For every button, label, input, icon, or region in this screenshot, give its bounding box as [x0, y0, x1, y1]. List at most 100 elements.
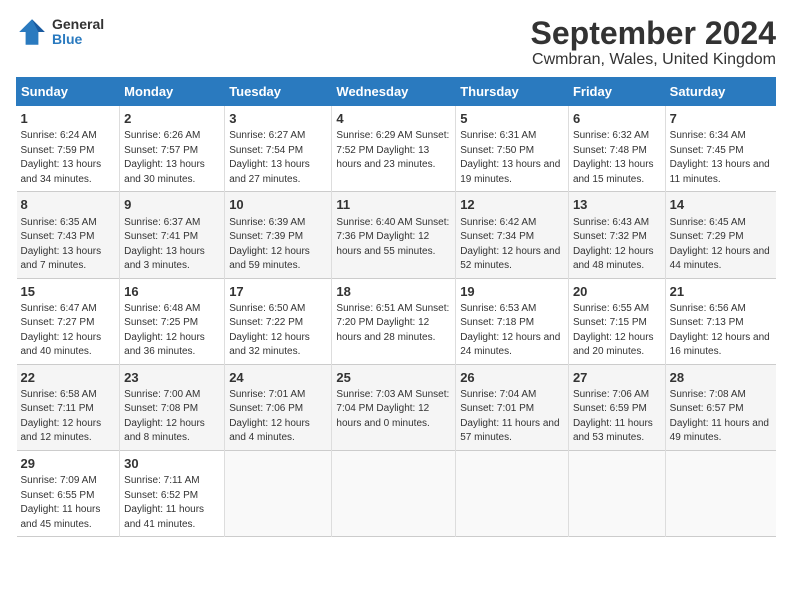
- day-info: Sunrise: 6:40 AM Sunset: 7:36 PM Dayligh…: [336, 216, 451, 260]
- day-info: Sunrise: 6:43 AM Sunset: 7:32 PM Dayligh…: [573, 216, 661, 274]
- day-number: 16: [124, 283, 220, 301]
- day-number: 14: [670, 196, 772, 214]
- calendar-week-row: 22Sunrise: 6:58 AM Sunset: 7:11 PM Dayli…: [17, 364, 776, 450]
- calendar-cell: 2Sunrise: 6:26 AM Sunset: 7:57 PM Daylig…: [120, 106, 225, 192]
- day-info: Sunrise: 6:32 AM Sunset: 7:48 PM Dayligh…: [573, 129, 661, 187]
- calendar-cell: 15Sunrise: 6:47 AM Sunset: 7:27 PM Dayli…: [17, 278, 120, 364]
- day-info: Sunrise: 6:26 AM Sunset: 7:57 PM Dayligh…: [124, 129, 220, 187]
- calendar-body: 1Sunrise: 6:24 AM Sunset: 7:59 PM Daylig…: [17, 106, 776, 537]
- day-number: 29: [21, 455, 116, 473]
- calendar-cell: 7Sunrise: 6:34 AM Sunset: 7:45 PM Daylig…: [665, 106, 775, 192]
- day-number: 27: [573, 369, 661, 387]
- calendar-cell: 18Sunrise: 6:51 AM Sunset: 7:20 PM Dayli…: [332, 278, 456, 364]
- calendar-cell: 16Sunrise: 6:48 AM Sunset: 7:25 PM Dayli…: [120, 278, 225, 364]
- calendar-week-row: 8 Sunrise: 6:35 AM Sunset: 7:43 PM Daylig…: [17, 192, 776, 278]
- header-day: Friday: [568, 78, 665, 106]
- header-day: Tuesday: [225, 78, 332, 106]
- day-info: Sunrise: 6:24 AM Sunset: 7:59 PM Dayligh…: [21, 129, 116, 187]
- day-info: Sunrise: 6:42 AM Sunset: 7:34 PM Dayligh…: [460, 216, 564, 274]
- calendar-cell: 20Sunrise: 6:55 AM Sunset: 7:15 PM Dayli…: [568, 278, 665, 364]
- calendar-cell: 1Sunrise: 6:24 AM Sunset: 7:59 PM Daylig…: [17, 106, 120, 192]
- calendar-cell: 11 Sunrise: 6:40 AM Sunset: 7:36 PM Dayli…: [332, 192, 456, 278]
- calendar-cell: 29Sunrise: 7:09 AM Sunset: 6:55 PM Dayli…: [17, 450, 120, 536]
- calendar-cell: 28Sunrise: 7:08 AM Sunset: 6:57 PM Dayli…: [665, 364, 775, 450]
- header-day: Monday: [120, 78, 225, 106]
- day-number: 23: [124, 369, 220, 387]
- header-day: Thursday: [456, 78, 569, 106]
- page-header: General Blue September 2024 Cwmbran, Wal…: [16, 16, 776, 69]
- day-number: 11: [336, 196, 451, 214]
- calendar-cell: 22Sunrise: 6:58 AM Sunset: 7:11 PM Dayli…: [17, 364, 120, 450]
- calendar-cell: 21Sunrise: 6:56 AM Sunset: 7:13 PM Dayli…: [665, 278, 775, 364]
- calendar-title: September 2024: [531, 16, 776, 51]
- day-number: 22: [21, 369, 116, 387]
- day-number: 28: [670, 369, 772, 387]
- logo-text: General Blue: [52, 17, 104, 48]
- calendar-table: SundayMondayTuesdayWednesdayThursdayFrid…: [16, 77, 776, 537]
- logo-blue: Blue: [52, 32, 104, 47]
- calendar-cell: [225, 450, 332, 536]
- day-info: Sunrise: 7:00 AM Sunset: 7:08 PM Dayligh…: [124, 388, 220, 446]
- calendar-cell: 25Sunrise: 7:03 AM Sunset: 7:04 PM Dayli…: [332, 364, 456, 450]
- day-number: 8: [21, 196, 116, 214]
- day-info: Sunrise: 7:11 AM Sunset: 6:52 PM Dayligh…: [124, 474, 220, 532]
- calendar-cell: 13 Sunrise: 6:43 AM Sunset: 7:32 PM Dayli…: [568, 192, 665, 278]
- day-number: 2: [124, 110, 220, 128]
- calendar-cell: 9Sunrise: 6:37 AM Sunset: 7:41 PM Daylig…: [120, 192, 225, 278]
- day-info: Sunrise: 6:50 AM Sunset: 7:22 PM Dayligh…: [229, 302, 327, 360]
- calendar-cell: 30Sunrise: 7:11 AM Sunset: 6:52 PM Dayli…: [120, 450, 225, 536]
- day-number: 20: [573, 283, 661, 301]
- header-row: SundayMondayTuesdayWednesdayThursdayFrid…: [17, 78, 776, 106]
- calendar-cell: 19Sunrise: 6:53 AM Sunset: 7:18 PM Dayli…: [456, 278, 569, 364]
- calendar-cell: 12Sunrise: 6:42 AM Sunset: 7:34 PM Dayli…: [456, 192, 569, 278]
- calendar-cell: [456, 450, 569, 536]
- day-number: 21: [670, 283, 772, 301]
- calendar-cell: 8 Sunrise: 6:35 AM Sunset: 7:43 PM Daylig…: [17, 192, 120, 278]
- calendar-cell: 5Sunrise: 6:31 AM Sunset: 7:50 PM Daylig…: [456, 106, 569, 192]
- day-info: Sunrise: 6:47 AM Sunset: 7:27 PM Dayligh…: [21, 302, 116, 360]
- calendar-cell: 17Sunrise: 6:50 AM Sunset: 7:22 PM Dayli…: [225, 278, 332, 364]
- calendar-week-row: 29Sunrise: 7:09 AM Sunset: 6:55 PM Dayli…: [17, 450, 776, 536]
- header-day: Saturday: [665, 78, 775, 106]
- calendar-cell: 6Sunrise: 6:32 AM Sunset: 7:48 PM Daylig…: [568, 106, 665, 192]
- day-info: Sunrise: 6:35 AM Sunset: 7:43 PM Dayligh…: [21, 216, 116, 274]
- day-info: Sunrise: 6:39 AM Sunset: 7:39 PM Dayligh…: [229, 216, 327, 274]
- logo-general: General: [52, 17, 104, 32]
- day-info: Sunrise: 6:31 AM Sunset: 7:50 PM Dayligh…: [460, 129, 564, 187]
- day-info: Sunrise: 6:58 AM Sunset: 7:11 PM Dayligh…: [21, 388, 116, 446]
- day-info: Sunrise: 7:06 AM Sunset: 6:59 PM Dayligh…: [573, 388, 661, 446]
- day-info: Sunrise: 7:01 AM Sunset: 7:06 PM Dayligh…: [229, 388, 327, 446]
- day-info: Sunrise: 7:08 AM Sunset: 6:57 PM Dayligh…: [670, 388, 772, 446]
- day-info: Sunrise: 6:53 AM Sunset: 7:18 PM Dayligh…: [460, 302, 564, 360]
- calendar-cell: 23Sunrise: 7:00 AM Sunset: 7:08 PM Dayli…: [120, 364, 225, 450]
- day-number: 15: [21, 283, 116, 301]
- day-number: 3: [229, 110, 327, 128]
- header-day: Sunday: [17, 78, 120, 106]
- calendar-cell: 27Sunrise: 7:06 AM Sunset: 6:59 PM Dayli…: [568, 364, 665, 450]
- day-number: 17: [229, 283, 327, 301]
- day-number: 1: [21, 110, 116, 128]
- calendar-cell: 10Sunrise: 6:39 AM Sunset: 7:39 PM Dayli…: [225, 192, 332, 278]
- day-info: Sunrise: 7:09 AM Sunset: 6:55 PM Dayligh…: [21, 474, 116, 532]
- day-number: 24: [229, 369, 327, 387]
- calendar-cell: 26Sunrise: 7:04 AM Sunset: 7:01 PM Dayli…: [456, 364, 569, 450]
- calendar-subtitle: Cwmbran, Wales, United Kingdom: [531, 51, 776, 69]
- day-info: Sunrise: 6:27 AM Sunset: 7:54 PM Dayligh…: [229, 129, 327, 187]
- day-info: Sunrise: 6:37 AM Sunset: 7:41 PM Dayligh…: [124, 216, 220, 274]
- day-number: 13: [573, 196, 661, 214]
- day-number: 6: [573, 110, 661, 128]
- day-number: 30: [124, 455, 220, 473]
- day-info: Sunrise: 6:34 AM Sunset: 7:45 PM Dayligh…: [670, 129, 772, 187]
- day-info: Sunrise: 7:04 AM Sunset: 7:01 PM Dayligh…: [460, 388, 564, 446]
- day-info: Sunrise: 6:48 AM Sunset: 7:25 PM Dayligh…: [124, 302, 220, 360]
- logo-icon: [16, 16, 48, 48]
- day-info: Sunrise: 6:51 AM Sunset: 7:20 PM Dayligh…: [336, 302, 451, 346]
- header-day: Wednesday: [332, 78, 456, 106]
- day-info: Sunrise: 6:55 AM Sunset: 7:15 PM Dayligh…: [573, 302, 661, 360]
- day-number: 18: [336, 283, 451, 301]
- day-number: 26: [460, 369, 564, 387]
- calendar-cell: 3Sunrise: 6:27 AM Sunset: 7:54 PM Daylig…: [225, 106, 332, 192]
- day-number: 5: [460, 110, 564, 128]
- calendar-cell: 14Sunrise: 6:45 AM Sunset: 7:29 PM Dayli…: [665, 192, 775, 278]
- calendar-cell: 24Sunrise: 7:01 AM Sunset: 7:06 PM Dayli…: [225, 364, 332, 450]
